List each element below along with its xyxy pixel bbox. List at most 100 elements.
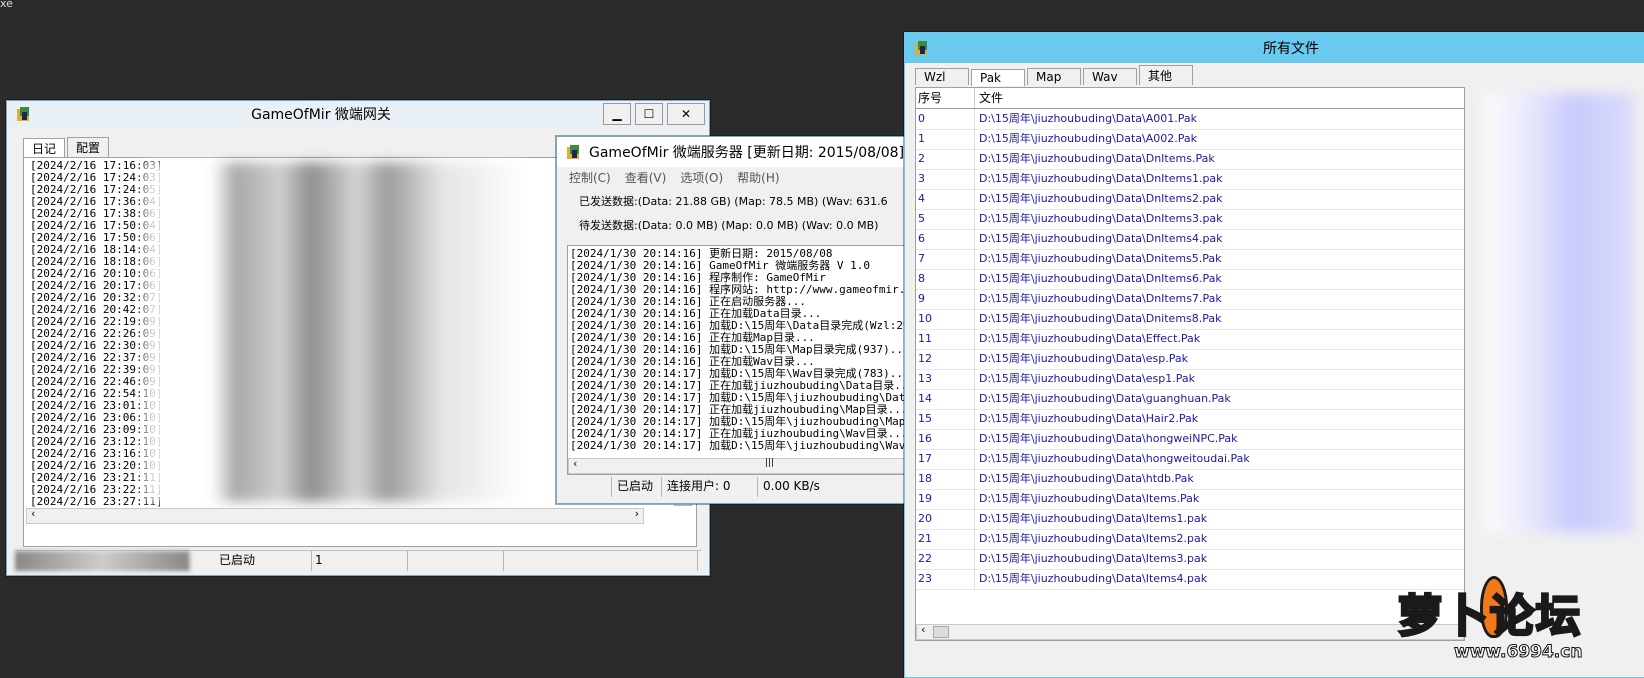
- gateway-status-state: 已启动: [215, 551, 312, 571]
- table-row[interactable]: 0 D:\15周年\jiuzhoubuding\Data\A001.Pak: [916, 109, 1464, 130]
- table-row[interactable]: 11 D:\15周年\jiuzhoubuding\Data\Effect.Pak: [916, 329, 1464, 350]
- server-status-state: 已启动: [613, 477, 662, 497]
- files-hscrollbar[interactable]: ‹: [916, 623, 1464, 640]
- row-index: 6: [918, 232, 925, 245]
- tab-other[interactable]: 其他: [1139, 65, 1193, 85]
- maximize-button[interactable]: ☐: [635, 103, 663, 125]
- table-row[interactable]: 10 D:\15周年\jiuzhoubuding\Data\Dnitems8.Pa…: [916, 309, 1464, 330]
- table-row[interactable]: 17 D:\15周年\jiuzhoubuding\Data\hongweitoud…: [916, 449, 1464, 470]
- gateway-titlebar[interactable]: GameOfMir 微端网关 ▁ ☐ ✕: [7, 101, 709, 127]
- tab-wzl[interactable]: Wzl: [915, 68, 969, 85]
- scroll-left-icon[interactable]: ‹: [573, 457, 577, 470]
- minimize-button[interactable]: ▁: [603, 103, 631, 125]
- table-row[interactable]: 15 D:\15周年\jiuzhoubuding\Data\Hair2.Pak: [916, 409, 1464, 430]
- row-file-path: D:\15周年\jiuzhoubuding\Data\Items2.pak: [974, 529, 1207, 549]
- menu-options[interactable]: 选项(O): [680, 169, 723, 186]
- table-row[interactable]: 23 D:\15周年\jiuzhoubuding\Data\Items4.pak: [916, 569, 1464, 590]
- watermark-brand: 萝卜论坛: [1397, 590, 1582, 644]
- scroll-left-icon[interactable]: ‹: [921, 623, 925, 636]
- redacted-right-area: [1485, 93, 1635, 533]
- row-file-path: D:\15周年\jiuzhoubuding\Data\Items4.pak: [974, 569, 1207, 589]
- table-row[interactable]: 1 D:\15周年\jiuzhoubuding\Data\A002.Pak: [916, 129, 1464, 150]
- log-line: [2024/2/16 23:27:11]: [30, 495, 163, 508]
- row-index: 7: [918, 252, 925, 265]
- scroll-thumb[interactable]: [933, 626, 949, 638]
- table-row[interactable]: 18 D:\15周年\jiuzhoubuding\Data\htdb.Pak: [916, 469, 1464, 490]
- table-row[interactable]: 13 D:\15周年\jiuzhoubuding\Data\esp1.Pak: [916, 369, 1464, 390]
- server-window: GameOfMir 微端服务器 [更新日期: 2015/08/08] 控制(C)…: [556, 136, 906, 504]
- gateway-status-count: 1: [311, 551, 408, 571]
- app-icon: [15, 105, 33, 123]
- menu-control[interactable]: 控制(C): [569, 169, 611, 186]
- table-row[interactable]: 7 D:\15周年\jiuzhoubuding\Data\Dnitems5.Pak: [916, 249, 1464, 270]
- gateway-hscrollbar[interactable]: ‹ ›: [26, 507, 644, 524]
- row-index: 17: [918, 452, 932, 465]
- row-index: 15: [918, 412, 932, 425]
- menu-help[interactable]: 帮助(H): [737, 169, 779, 186]
- files-title: 所有文件: [1263, 41, 1319, 57]
- table-row[interactable]: 21 D:\15周年\jiuzhoubuding\Data\Items2.pak: [916, 529, 1464, 550]
- row-file-path: D:\15周年\jiuzhoubuding\Data\hongweiNPC.Pa…: [974, 429, 1238, 449]
- row-file-path: D:\15周年\jiuzhoubuding\Data\A001.Pak: [974, 109, 1197, 129]
- row-index: 3: [918, 172, 925, 185]
- server-titlebar[interactable]: GameOfMir 微端服务器 [更新日期: 2015/08/08]: [557, 137, 905, 167]
- scroll-left-icon[interactable]: ‹: [31, 507, 35, 520]
- row-file-path: D:\15周年\jiuzhoubuding\Data\guanghuan.Pak: [974, 389, 1231, 409]
- server-hscrollbar[interactable]: ‹ |||: [568, 457, 905, 474]
- tab-log[interactable]: 日记: [23, 138, 66, 158]
- close-button[interactable]: ✕: [667, 103, 705, 125]
- row-index: 1: [918, 132, 925, 145]
- row-file-path: D:\15周年\jiuzhoubuding\Data\DnItems.Pak: [974, 149, 1215, 169]
- table-row[interactable]: 2 D:\15周年\jiuzhoubuding\Data\DnItems.Pak: [916, 149, 1464, 170]
- row-index: 20: [918, 512, 932, 525]
- tab-pak[interactable]: Pak: [971, 69, 1025, 86]
- table-row[interactable]: 12 D:\15周年\jiuzhoubuding\Data\esp.Pak: [916, 349, 1464, 370]
- scroll-thumb-icon[interactable]: |||: [765, 458, 774, 468]
- column-header-index[interactable]: 序号: [918, 88, 942, 108]
- row-index: 2: [918, 152, 925, 165]
- server-log: [2024/1/30 20:14:16] 更新日期: 2015/08/08 [20…: [570, 248, 906, 452]
- tab-map[interactable]: Map: [1027, 68, 1081, 85]
- tab-wav[interactable]: Wav: [1083, 68, 1137, 85]
- row-index: 18: [918, 472, 932, 485]
- row-file-path: D:\15周年\jiuzhoubuding\Data\Items1.pak: [974, 509, 1207, 529]
- row-file-path: D:\15周年\jiuzhoubuding\Data\DnItems6.Pak: [974, 269, 1222, 289]
- table-row[interactable]: 9 D:\15周年\jiuzhoubuding\Data\DnItems7.Pak: [916, 289, 1464, 310]
- server-status-users: 连接用户: 0: [663, 477, 758, 497]
- table-row[interactable]: 8 D:\15周年\jiuzhoubuding\Data\DnItems6.Pak: [916, 269, 1464, 290]
- watermark-url: www.6994.cn: [1453, 642, 1583, 663]
- pending-data-label: 待发送数据:(Data: 0.0 MB) (Map: 0.0 MB) (Wav:…: [579, 219, 879, 232]
- table-row[interactable]: 20 D:\15周年\jiuzhoubuding\Data\Items1.pak: [916, 509, 1464, 530]
- row-file-path: D:\15周年\jiuzhoubuding\Data\Hair2.Pak: [974, 409, 1198, 429]
- table-row[interactable]: 22 D:\15周年\jiuzhoubuding\Data\Items3.pak: [916, 549, 1464, 570]
- server-statusbar: 已启动 连接用户: 0 0.00 KB/s: [567, 477, 905, 497]
- gateway-status-empty-1: [407, 551, 504, 571]
- row-file-path: D:\15周年\jiuzhoubuding\Data\Items3.pak: [974, 549, 1207, 569]
- column-header-file[interactable]: 文件: [974, 88, 1003, 108]
- server-title: GameOfMir 微端服务器 [更新日期: 2015/08/08]: [589, 145, 905, 161]
- table-row[interactable]: 19 D:\15周年\jiuzhoubuding\Data\Items.Pak: [916, 489, 1464, 510]
- menu-view[interactable]: 查看(V): [625, 169, 667, 186]
- log-line: [2024/1/30 20:14:17] 加载D:\15周年\jiuzhoubu…: [570, 439, 906, 452]
- table-row[interactable]: 4 D:\15周年\jiuzhoubuding\Data\DnItems2.pak: [916, 189, 1464, 210]
- files-titlebar[interactable]: 所有文件: [905, 33, 1644, 63]
- table-row[interactable]: 3 D:\15周年\jiuzhoubuding\Data\DnItems1.pak: [916, 169, 1464, 190]
- app-icon: [913, 39, 931, 57]
- row-index: 5: [918, 212, 925, 225]
- table-row[interactable]: 16 D:\15周年\jiuzhoubuding\Data\hongweiNPC.…: [916, 429, 1464, 450]
- sent-data-label: 已发送数据:(Data: 21.88 GB) (Map: 78.5 MB) (W…: [579, 195, 888, 208]
- table-row[interactable]: 14 D:\15周年\jiuzhoubuding\Data\guanghuan.P…: [916, 389, 1464, 410]
- scroll-right-icon[interactable]: ›: [635, 507, 639, 520]
- server-status-speed: 0.00 KB/s: [759, 477, 905, 497]
- desktop-corner-text: xe: [0, 0, 13, 10]
- tab-config[interactable]: 配置: [67, 137, 110, 157]
- server-status-blank: [567, 477, 612, 497]
- row-file-path: D:\15周年\jiuzhoubuding\Data\Dnitems5.Pak: [974, 249, 1222, 269]
- row-index: 9: [918, 292, 925, 305]
- row-file-path: D:\15周年\jiuzhoubuding\Data\Items.Pak: [974, 489, 1199, 509]
- table-row[interactable]: 5 D:\15周年\jiuzhoubuding\Data\DnItems3.pak: [916, 209, 1464, 230]
- row-index: 8: [918, 272, 925, 285]
- row-index: 10: [918, 312, 932, 325]
- table-row[interactable]: 6 D:\15周年\jiuzhoubuding\Data\DnItems4.pak: [916, 229, 1464, 250]
- redacted-status: [15, 551, 190, 571]
